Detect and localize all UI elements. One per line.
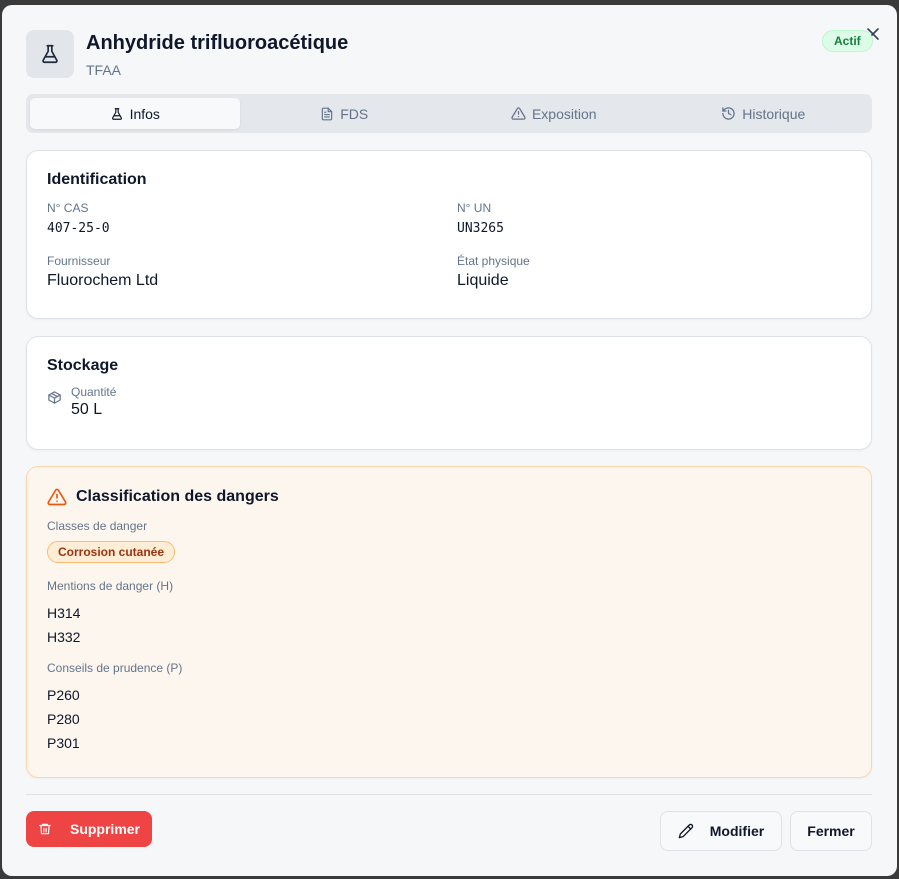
- header-icon-box: [26, 30, 74, 78]
- p-statements-label: Conseils de prudence (P): [47, 661, 183, 675]
- document-icon: [322, 107, 333, 120]
- un-value: UN3265: [457, 221, 504, 236]
- cas-value: 407-25-0: [47, 221, 110, 236]
- dialog-header: Anhydride trifluoroacétique TFAA: [26, 30, 348, 78]
- physical-state-field: État physique Liquide: [457, 254, 851, 290]
- physical-state-value: Liquide: [457, 272, 509, 289]
- supplier-value: Fluorochem Ltd: [47, 272, 159, 289]
- hazard-classes-label: Classes de danger: [47, 519, 148, 533]
- flask-icon: [42, 44, 58, 64]
- field-label: Fournisseur: [47, 254, 111, 268]
- p-statement: P301: [47, 735, 80, 751]
- tab-bar: Infos FDS Exposition Historique: [26, 94, 872, 133]
- tab-infos[interactable]: Infos: [30, 98, 240, 129]
- card-title: Stockage: [47, 357, 119, 374]
- trash-icon: [39, 823, 51, 835]
- quantity-field: Quantité 50 L: [47, 385, 851, 419]
- h-statement: H314: [47, 605, 81, 621]
- cas-field: N° CAS 407-25-0: [47, 201, 457, 236]
- hazard-class-badge: Corrosion cutanée: [47, 541, 176, 563]
- quantity-value: 50 L: [71, 401, 103, 418]
- tab-fds[interactable]: FDS: [240, 98, 450, 129]
- status-badge: Actif: [822, 30, 873, 52]
- pencil-icon: [678, 823, 693, 839]
- card-title: Classification des dangers: [76, 488, 279, 505]
- supplier-field: Fournisseur Fluorochem Ltd: [47, 254, 457, 290]
- hazard-classification-card: Classification des dangers Classes de da…: [26, 466, 872, 778]
- tab-label: Historique: [742, 105, 806, 122]
- footer-divider: [26, 794, 872, 795]
- page-subtitle: TFAA: [86, 62, 122, 78]
- field-label: État physique: [457, 254, 530, 268]
- history-icon: [722, 107, 735, 120]
- p-statement: P260: [47, 687, 80, 703]
- tab-historique[interactable]: Historique: [659, 98, 869, 129]
- h-statements-label: Mentions de danger (H): [47, 579, 174, 593]
- edit-label: Modifier: [709, 823, 765, 839]
- field-label: N° UN: [457, 201, 492, 215]
- close-label: Fermer: [807, 823, 855, 839]
- tab-label: FDS: [340, 105, 369, 122]
- p-statement: P280: [47, 711, 80, 727]
- h-statement: H332: [47, 629, 81, 645]
- delete-label: Supprimer: [69, 821, 140, 837]
- warning-icon: [47, 488, 67, 506]
- un-field: N° UN UN3265: [457, 201, 851, 236]
- warning-icon: [511, 107, 526, 120]
- edit-button[interactable]: Modifier: [660, 811, 782, 851]
- identification-card: Identification N° CAS 407-25-0 N° UN UN3…: [26, 150, 872, 319]
- field-label: N° CAS: [47, 201, 89, 215]
- page-title: Anhydride trifluoroacétique: [86, 32, 349, 54]
- delete-button[interactable]: Supprimer: [26, 811, 152, 847]
- close-footer-button[interactable]: Fermer: [790, 811, 872, 851]
- field-label: Quantité: [71, 385, 117, 399]
- chemical-detail-dialog: Anhydride trifluoroacétique TFAA Actif I…: [2, 5, 897, 876]
- box-icon: [48, 391, 61, 404]
- tab-label: Exposition: [531, 105, 597, 122]
- tab-label: Infos: [129, 105, 160, 122]
- tab-exposition[interactable]: Exposition: [449, 98, 659, 129]
- card-title: Identification: [47, 171, 147, 188]
- flask-icon: [111, 107, 122, 120]
- storage-card: Stockage Quantité 50 L: [26, 336, 872, 450]
